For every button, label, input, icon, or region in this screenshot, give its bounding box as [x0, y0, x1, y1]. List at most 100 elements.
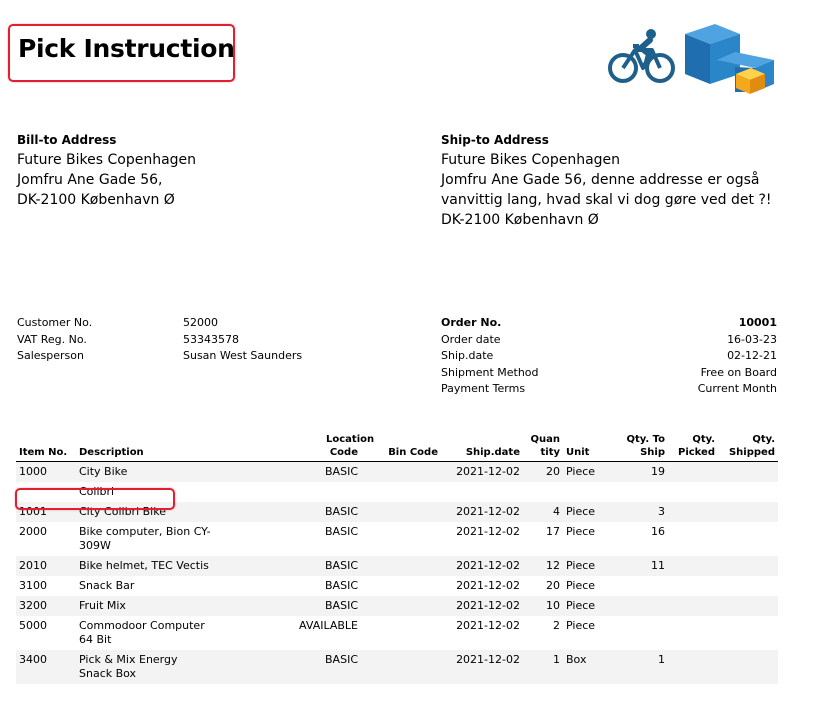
ship-to-line: Future Bikes Copenhagen: [441, 152, 621, 168]
ship-to-address: Ship-to Address Future Bikes Copenhagen …: [441, 132, 772, 230]
cell-qty-shipped: [718, 522, 778, 556]
col-location-code: Location Code: [216, 433, 374, 462]
colibri-highlight-box: [15, 488, 175, 510]
cell-item-no: 1000: [16, 461, 76, 482]
cell-qty-to-ship: [613, 596, 668, 616]
cell-location-code: AVAILABLE: [299, 619, 358, 632]
customer-no-value: 52000: [183, 316, 218, 329]
cell-location-code: [216, 482, 361, 502]
cell-quantity: [523, 482, 563, 502]
cell-description: Snack Bar: [79, 579, 135, 592]
cell-item-no: 3200: [16, 596, 76, 616]
cell-qty-shipped: [718, 650, 778, 684]
cell-qty-shipped: [718, 461, 778, 482]
cell-ship-date: 2021-12-02: [441, 650, 523, 684]
cell-qty-shipped: [718, 556, 778, 576]
cell-qty-picked: [668, 556, 718, 576]
cell-qty-to-ship: 19: [613, 461, 668, 482]
ship-to-heading: Ship-to Address: [441, 133, 549, 147]
ship-to-line: DK-2100 København Ø: [441, 212, 599, 228]
cell-bin-code: [361, 461, 441, 482]
payment-terms-label: Payment Terms: [441, 382, 526, 395]
cell-item-no: 5000: [19, 619, 47, 632]
cell-item-no: 3400: [16, 650, 76, 684]
salesperson-label: Salesperson: [17, 349, 84, 362]
cell-location-code: BASIC: [216, 596, 361, 616]
cell-quantity: 2: [553, 619, 560, 632]
cell-qty-picked: [668, 502, 718, 522]
shipment-method-label: Shipment Method: [441, 365, 539, 379]
table-row: 2010 Bike helmet, TEC Vectis BASIC 2021-12-…: [16, 556, 778, 576]
cell-ship-date: 2021-12-02: [441, 502, 523, 522]
shipment-method-value: Free on Board: [700, 365, 777, 379]
bill-to-line: Future Bikes Copenhagen: [17, 152, 197, 168]
cell-qty-shipped: [718, 482, 778, 502]
order-no-label: Order No.: [441, 316, 502, 329]
cell-unit: Piece: [563, 461, 613, 482]
order-no-value: 10001: [738, 316, 777, 329]
cell-qty-picked: [668, 596, 718, 616]
cell-description: Commodoor Computer 64 Bit: [79, 619, 205, 646]
pick-lines-table: Item No. Description Location Code Bin C…: [16, 433, 778, 684]
cell-qty-to-ship: 11: [613, 556, 668, 576]
customer-info: Customer No. 52000 VAT Reg. No. 53343578 S…: [17, 315, 347, 365]
cell-quantity: 1: [523, 650, 563, 684]
col-qty-to-ship: Qty. To Ship: [613, 433, 668, 462]
cell-qty-picked: [668, 616, 718, 650]
cell-unit: Piece: [563, 556, 613, 576]
payment-terms-value: Current Month: [697, 382, 777, 395]
cell-description: Bike helmet, TEC Vectis: [76, 556, 216, 576]
cell-description: City Bike: [76, 461, 216, 482]
cell-item-no: 3100: [19, 579, 47, 592]
cell-ship-date: [441, 482, 523, 502]
cell-qty-picked: [668, 482, 718, 502]
col-unit: Unit: [563, 433, 613, 462]
cell-ship-date: 2021-12-02: [456, 619, 520, 632]
cell-qty-to-ship: [613, 576, 668, 596]
bill-to-line: DK-2100 København Ø: [17, 192, 175, 208]
table-row: 3200 Fruit Mix BASIC 2021-12-02 10 Piece: [16, 596, 778, 616]
cell-location-code: BASIC: [216, 556, 361, 576]
bill-to-address: Bill-to Address Future Bikes Copenhagen …: [17, 132, 196, 210]
cell-location-code: BASIC: [325, 525, 358, 538]
cell-qty-shipped: [718, 596, 778, 616]
cell-ship-date: 2021-12-02: [441, 596, 523, 616]
cell-qty-to-ship: [613, 482, 668, 502]
cell-unit: Piece: [566, 579, 596, 592]
customer-no-label: Customer No.: [17, 316, 93, 329]
cell-bin-code: [361, 616, 441, 650]
cell-qty-to-ship: 1: [613, 650, 668, 684]
cell-quantity: 20: [523, 461, 563, 482]
boxes-icon: [685, 24, 774, 94]
cell-location-code: BASIC: [216, 461, 361, 482]
cell-location-code: BASIC: [216, 650, 361, 684]
ship-date-label: Ship.date: [441, 349, 494, 362]
cell-qty-shipped: [718, 502, 778, 522]
cell-qty-to-ship: [613, 616, 668, 650]
salesperson-value: Susan West Saunders: [183, 349, 303, 362]
cell-qty-picked: [668, 461, 718, 482]
bill-to-line: Jomfru Ane Gade 56,: [17, 172, 163, 188]
cell-quantity: 10: [523, 596, 563, 616]
cell-qty-to-ship: 16: [651, 525, 665, 538]
cell-bin-code: [361, 482, 441, 502]
col-qty-picked: Qty. Picked: [668, 433, 718, 462]
col-description: Description: [76, 433, 216, 462]
cell-unit: Piece: [563, 596, 613, 616]
order-date-label: Order date: [441, 332, 501, 346]
page-title: Pick Instruction: [18, 34, 235, 63]
table-row: 2000 Bike computer, Bion CY-309W BASIC 2021…: [16, 522, 778, 556]
vat-label: VAT Reg. No.: [17, 332, 87, 346]
order-date-value: 16-03-23: [727, 332, 777, 346]
ship-to-line: Jomfru Ane Gade 56, denne addresse er og…: [441, 172, 760, 188]
bicycle-icon: [608, 29, 675, 83]
cell-location-code: BASIC: [325, 579, 358, 592]
cell-quantity: 4: [523, 502, 563, 522]
cell-qty-shipped: [718, 616, 778, 650]
cell-ship-date: 2021-12-02: [441, 461, 523, 482]
cell-description: Fruit Mix: [76, 596, 216, 616]
cell-item-no: 2000: [19, 525, 47, 538]
col-qty-shipped: Qty. Shipped: [718, 433, 778, 462]
cell-unit: Piece: [563, 502, 613, 522]
cell-bin-code: [361, 596, 441, 616]
